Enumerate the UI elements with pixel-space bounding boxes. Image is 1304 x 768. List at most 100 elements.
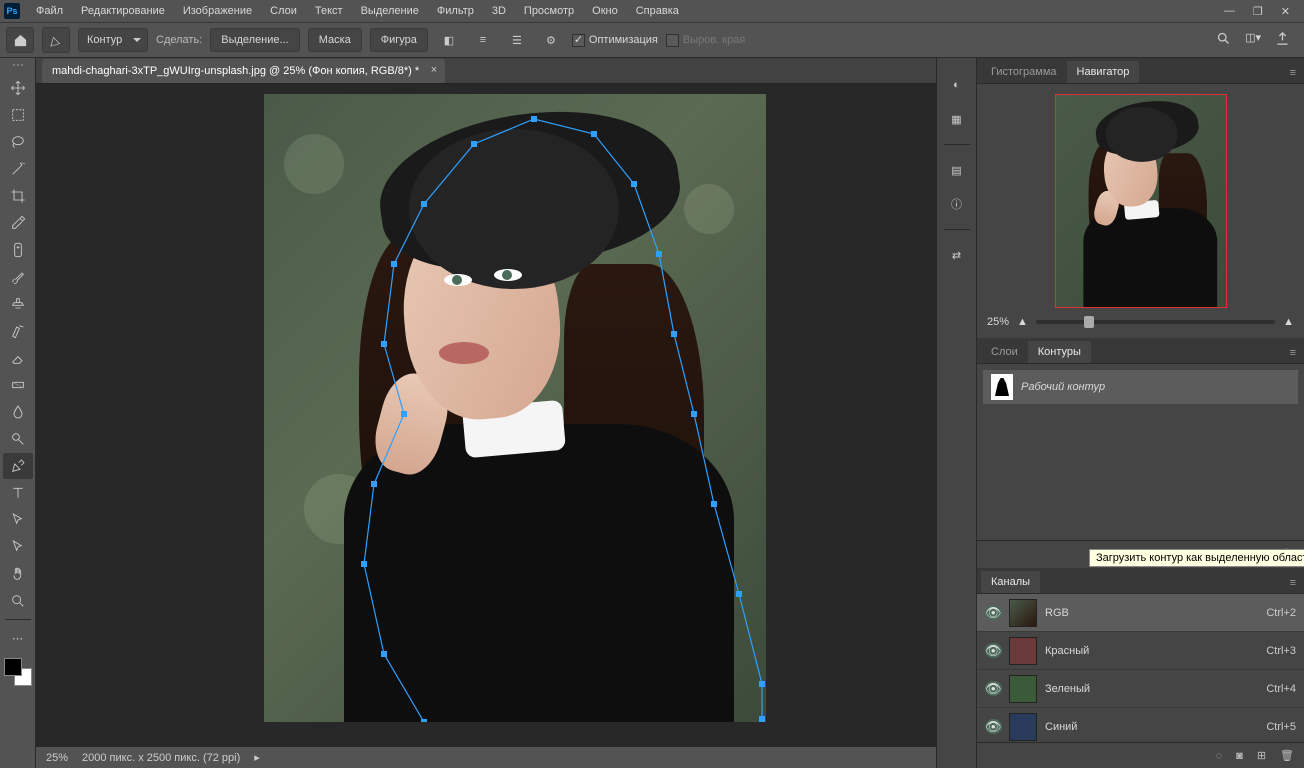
new-channel-icon[interactable]: ⊞ xyxy=(1257,749,1266,762)
path-mode-dropdown[interactable]: Контур xyxy=(78,28,148,52)
healing-brush-tool[interactable] xyxy=(3,237,33,263)
status-chevron-icon[interactable]: ▸ xyxy=(254,751,260,764)
home-button[interactable] xyxy=(6,27,34,53)
menu-3d[interactable]: 3D xyxy=(484,3,514,19)
crop-tool[interactable] xyxy=(3,183,33,209)
tab-paths[interactable]: Контуры xyxy=(1028,341,1091,363)
menu-filter[interactable]: Фильтр xyxy=(429,3,482,19)
dodge-tool[interactable] xyxy=(3,426,33,452)
document-tab[interactable]: mahdi-chaghari-3xTP_gWUIrg-unsplash.jpg … xyxy=(42,59,445,83)
pen-tool[interactable] xyxy=(3,453,33,479)
tab-histogram[interactable]: Гистограмма xyxy=(981,61,1067,83)
edit-toolbar-icon[interactable]: ⋯ xyxy=(3,625,33,651)
status-zoom[interactable]: 25% xyxy=(46,752,68,764)
tooltip: Загрузить контур как выделенную область xyxy=(1089,549,1304,567)
channel-row[interactable]: RGBCtrl+2 xyxy=(977,594,1304,632)
workspace-switcher-icon[interactable]: ◫▾ xyxy=(1245,31,1261,49)
paths-panel-tabs: Слои Контуры ≡ xyxy=(977,338,1304,364)
visibility-eye-icon[interactable] xyxy=(985,643,1001,659)
make-selection-button[interactable]: Выделение... xyxy=(210,28,299,52)
navigator-zoom-slider[interactable] xyxy=(1036,320,1275,324)
optimize-checkbox[interactable]: Оптимизация xyxy=(572,34,658,47)
current-tool-icon[interactable] xyxy=(42,27,70,53)
tools-panel: ⋯ xyxy=(0,58,36,768)
zoom-tool[interactable] xyxy=(3,588,33,614)
close-tab-icon[interactable]: × xyxy=(431,64,437,76)
type-tool[interactable] xyxy=(3,480,33,506)
panels-column: Гистограмма Навигатор ≡ 25% ▲ ▲ Слои xyxy=(976,58,1304,768)
history-brush-tool[interactable] xyxy=(3,318,33,344)
channel-row[interactable]: СинийCtrl+5 xyxy=(977,708,1304,742)
path-item-name: Рабочий контур xyxy=(1021,381,1105,393)
path-item[interactable]: Рабочий контур xyxy=(983,370,1298,404)
clone-stamp-tool[interactable] xyxy=(3,291,33,317)
lasso-tool[interactable] xyxy=(3,129,33,155)
menu-file[interactable]: Файл xyxy=(28,3,71,19)
path-combine-icon[interactable]: ◧ xyxy=(436,28,462,52)
channel-name: Зеленый xyxy=(1045,683,1090,695)
menu-view[interactable]: Просмотр xyxy=(516,3,582,19)
document-canvas[interactable] xyxy=(264,94,766,722)
brush-tool[interactable] xyxy=(3,264,33,290)
panel-menu-icon[interactable]: ≡ xyxy=(1282,573,1304,593)
search-icon[interactable] xyxy=(1216,31,1231,49)
tab-channels[interactable]: Каналы xyxy=(981,571,1040,593)
tab-layers[interactable]: Слои xyxy=(981,341,1028,363)
path-arrange-icon[interactable]: ☰ xyxy=(504,28,530,52)
menu-layers[interactable]: Слои xyxy=(262,3,305,19)
path-selection-tool[interactable] xyxy=(3,507,33,533)
dock-color-icon[interactable]: ◐ xyxy=(943,72,971,98)
dock-libraries-icon[interactable]: ▤ xyxy=(943,157,971,183)
zoom-in-icon[interactable]: ▲ xyxy=(1283,316,1294,328)
dock-swatches-icon[interactable]: ▦ xyxy=(943,106,971,132)
gradient-tool[interactable] xyxy=(3,372,33,398)
channel-row[interactable]: ЗеленыйCtrl+4 xyxy=(977,670,1304,708)
gear-icon[interactable]: ⚙ xyxy=(538,28,564,52)
menu-help[interactable]: Справка xyxy=(628,3,687,19)
make-mask-button[interactable]: Маска xyxy=(308,28,362,52)
toolbar-grip[interactable] xyxy=(6,64,30,70)
share-icon[interactable] xyxy=(1275,31,1290,49)
eyedropper-tool[interactable] xyxy=(3,210,33,236)
dock-adjustments-icon[interactable]: ⇄ xyxy=(943,242,971,268)
move-tool[interactable] xyxy=(3,75,33,101)
visibility-eye-icon[interactable] xyxy=(985,681,1001,697)
direct-selection-tool[interactable] xyxy=(3,534,33,560)
menu-edit[interactable]: Редактирование xyxy=(73,3,173,19)
path-align-icon[interactable]: ≡ xyxy=(470,28,496,52)
path-thumbnail xyxy=(991,374,1013,400)
marquee-tool[interactable] xyxy=(3,102,33,128)
panel-menu-icon[interactable]: ≡ xyxy=(1282,63,1304,83)
navigator-zoom-value[interactable]: 25% xyxy=(987,316,1009,328)
channels-panel: RGBCtrl+2КрасныйCtrl+3ЗеленыйCtrl+4Синий… xyxy=(977,594,1304,742)
window-close-icon[interactable]: ✕ xyxy=(1281,5,1290,18)
menu-window[interactable]: Окно xyxy=(584,3,626,19)
color-swatches[interactable] xyxy=(4,658,32,686)
channel-row[interactable]: КрасныйCtrl+3 xyxy=(977,632,1304,670)
hand-tool[interactable] xyxy=(3,561,33,587)
tab-navigator[interactable]: Навигатор xyxy=(1067,61,1140,83)
window-restore-icon[interactable]: ❐ xyxy=(1253,5,1263,18)
channel-shortcut: Ctrl+5 xyxy=(1266,721,1296,733)
zoom-out-icon[interactable]: ▲ xyxy=(1017,316,1028,328)
delete-channel-icon[interactable]: 🗑 xyxy=(1280,749,1294,762)
visibility-eye-icon[interactable] xyxy=(985,719,1001,735)
channel-name: RGB xyxy=(1045,607,1069,619)
canvas-viewport[interactable] xyxy=(36,84,936,746)
load-channel-selection-icon[interactable]: ◌ xyxy=(1216,750,1223,762)
status-docinfo[interactable]: 2000 пикс. x 2500 пикс. (72 ppi) xyxy=(82,752,240,764)
menu-image[interactable]: Изображение xyxy=(175,3,260,19)
blur-tool[interactable] xyxy=(3,399,33,425)
eraser-tool[interactable] xyxy=(3,345,33,371)
navigator-thumbnail[interactable] xyxy=(1055,94,1227,308)
collapsed-dock: ◐ ▦ ▤ ⓘ ⇄ xyxy=(936,58,976,768)
panel-menu-icon[interactable]: ≡ xyxy=(1282,343,1304,363)
save-selection-channel-icon[interactable]: ◙ xyxy=(1236,750,1243,762)
menu-text[interactable]: Текст xyxy=(307,3,351,19)
make-shape-button[interactable]: Фигура xyxy=(370,28,428,52)
window-minimize-icon[interactable]: — xyxy=(1224,5,1235,18)
dock-info-icon[interactable]: ⓘ xyxy=(943,191,971,217)
menu-select[interactable]: Выделение xyxy=(353,3,427,19)
magic-wand-tool[interactable] xyxy=(3,156,33,182)
visibility-eye-icon[interactable] xyxy=(985,605,1001,621)
